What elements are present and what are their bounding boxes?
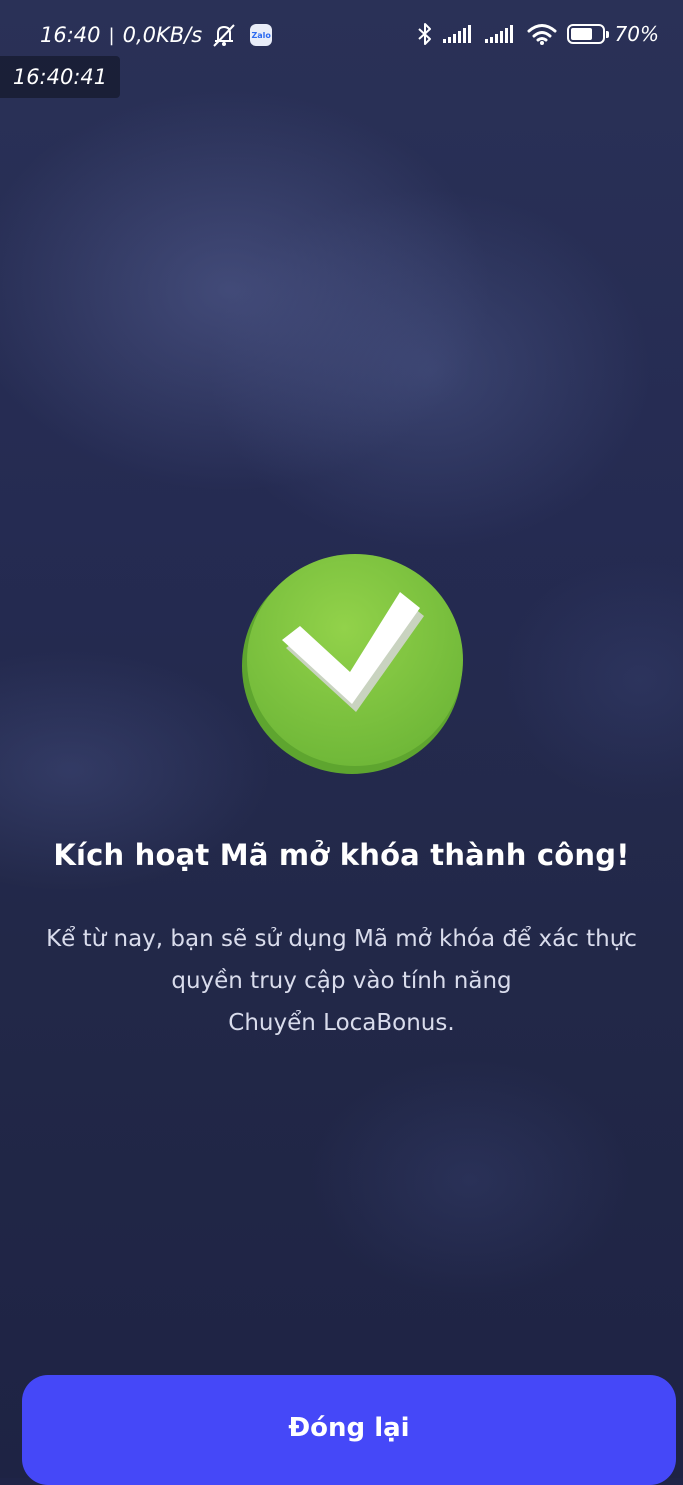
signal-icon xyxy=(484,24,517,44)
check-circle-icon xyxy=(234,548,466,776)
status-time: 16:40 xyxy=(40,23,101,47)
status-bar-right: 70% xyxy=(417,22,659,46)
battery-icon xyxy=(566,24,609,44)
success-title: Kích hoạt Mã mở khóa thành công! xyxy=(53,838,630,872)
battery-level-fill xyxy=(570,28,592,40)
wifi-icon xyxy=(527,23,557,45)
close-button[interactable]: Đóng lại xyxy=(22,1375,676,1485)
description-line: Chuyển LocaBonus. xyxy=(228,1010,455,1036)
status-separator: | xyxy=(108,24,115,46)
status-bar-left: 16:40 | 0,0KB/s Zalo xyxy=(40,22,273,48)
battery-percent: 70% xyxy=(614,22,659,46)
success-description: Kể từ nay, bạn sẽ sử dụng Mã mở khóa để … xyxy=(10,918,673,1044)
zalo-app-icon: Zalo xyxy=(250,24,273,46)
signal-icon xyxy=(442,24,475,44)
bell-off-icon xyxy=(210,22,238,48)
network-speed: 0,0KB/s xyxy=(122,23,203,47)
clock-overlay: 16:40:41 xyxy=(0,56,120,98)
description-line: quyền truy cập vào tính năng xyxy=(171,968,512,994)
bluetooth-icon xyxy=(417,22,433,46)
description-line: Kể từ nay, bạn sẽ sử dụng Mã mở khóa để … xyxy=(46,926,637,952)
